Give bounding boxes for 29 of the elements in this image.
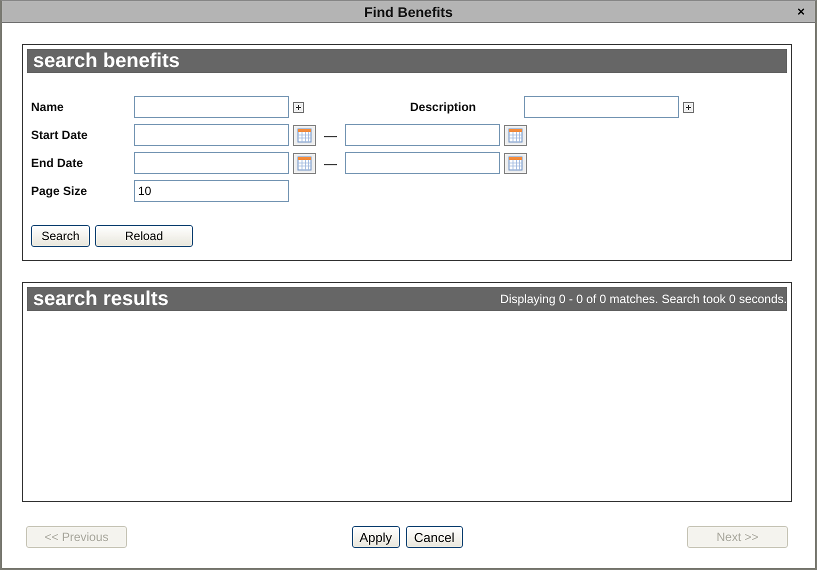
calendar-icon[interactable] xyxy=(293,152,316,174)
panel-title: search benefits xyxy=(33,50,180,72)
date-field[interactable] xyxy=(134,152,289,174)
results-summary: Displaying 0 - 0 of 0 matches. Search took 0 seconds. xyxy=(500,292,787,306)
close-button[interactable]: × xyxy=(793,4,809,20)
panel-title: search results xyxy=(33,288,169,310)
calendar-icon[interactable] xyxy=(504,124,527,146)
field-label: Page Size xyxy=(31,184,88,198)
range-separator: — xyxy=(323,128,338,142)
window-title: Find Benefits xyxy=(364,4,453,20)
date-field[interactable] xyxy=(345,124,500,146)
field-label: Start Date xyxy=(31,128,89,142)
field-label: End Date xyxy=(31,156,84,170)
search-button[interactable]: Search xyxy=(31,225,90,247)
field-label: Name xyxy=(31,100,65,114)
apply-button[interactable]: Apply xyxy=(352,526,400,548)
calendar-icon[interactable] xyxy=(504,152,527,174)
date-field[interactable] xyxy=(345,152,500,174)
input-field[interactable] xyxy=(134,96,289,118)
expand-icon[interactable] xyxy=(293,102,304,112)
cancel-button[interactable]: Cancel xyxy=(406,526,462,548)
input-field[interactable]: 10 xyxy=(134,180,289,202)
date-field[interactable] xyxy=(134,124,289,146)
expand-icon[interactable] xyxy=(683,102,694,112)
field-label: Description xyxy=(410,100,478,114)
reload-button[interactable]: Reload xyxy=(95,225,193,247)
calendar-icon[interactable] xyxy=(293,124,316,146)
range-separator: — xyxy=(323,156,338,170)
input-field[interactable] xyxy=(524,96,679,118)
